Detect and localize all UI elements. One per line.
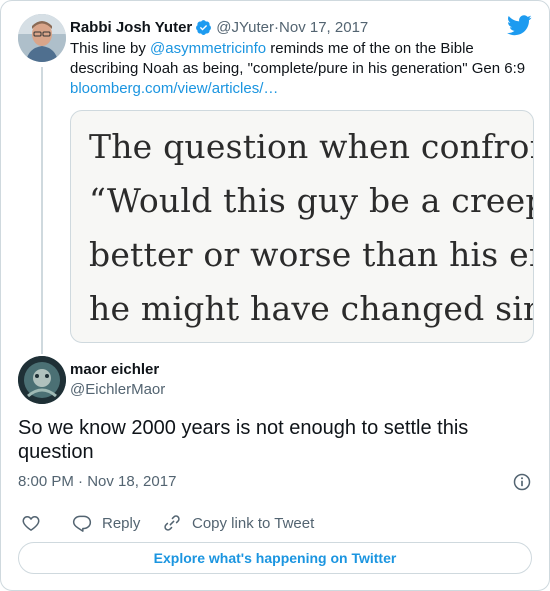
avatar-photo-icon <box>18 356 66 404</box>
info-icon[interactable] <box>512 472 532 492</box>
author-name[interactable]: Rabbi Josh Yuter <box>70 19 192 36</box>
media-image[interactable]: The question when confront “Would this g… <box>70 110 534 343</box>
copy-link-button[interactable]: Copy link to Tweet <box>162 513 314 533</box>
verified-badge-icon <box>196 19 212 35</box>
quoted-tweet-text: This line by @asymmetricinfo reminds me … <box>70 39 535 99</box>
article-link[interactable]: bloomberg.com/view/articles/… <box>70 80 278 97</box>
tweet-text-part: This line by <box>70 40 151 57</box>
media-text-line: The question when confront <box>89 127 534 166</box>
avatar-photo-icon <box>18 14 66 62</box>
author-handle[interactable]: @JYuter <box>216 19 274 36</box>
author-handle[interactable]: @EichlerMaor <box>70 381 165 398</box>
explore-label: Explore what's happening on Twitter <box>153 550 397 566</box>
media-text-line: he might have changed sinc <box>89 289 534 328</box>
tweet-embed-card: Rabbi Josh Yuter @JYuter · Nov 17, 2017 … <box>0 0 550 591</box>
twitter-bird-icon[interactable] <box>507 15 532 36</box>
tweet-date[interactable]: Nov 17, 2017 <box>279 19 368 36</box>
reply-icon <box>72 515 92 532</box>
tweet-text: So we know 2000 years is not enough to s… <box>18 417 469 463</box>
explore-twitter-button[interactable]: Explore what's happening on Twitter <box>18 542 532 574</box>
copy-link-label: Copy link to Tweet <box>192 514 315 532</box>
author-name[interactable]: maor eichler <box>70 361 159 378</box>
mention-link[interactable]: @asymmetricinfo <box>150 40 266 57</box>
avatar[interactable] <box>18 356 66 404</box>
reply-button[interactable]: Reply <box>72 513 140 533</box>
media-text-line: “Would this guy be a creep i <box>89 181 534 220</box>
like-button[interactable] <box>21 513 41 533</box>
link-icon <box>164 515 180 531</box>
heart-icon <box>22 516 40 531</box>
quoted-tweet-header: Rabbi Josh Yuter @JYuter · Nov 17, 2017 <box>70 17 368 37</box>
tweet-timestamp[interactable]: 8:00 PM · Nov 18, 2017 <box>18 473 176 490</box>
reply-label: Reply <box>102 514 141 532</box>
thread-connector-line <box>41 67 43 354</box>
media-text-line: better or worse than his env <box>89 235 534 274</box>
avatar[interactable] <box>18 14 66 62</box>
